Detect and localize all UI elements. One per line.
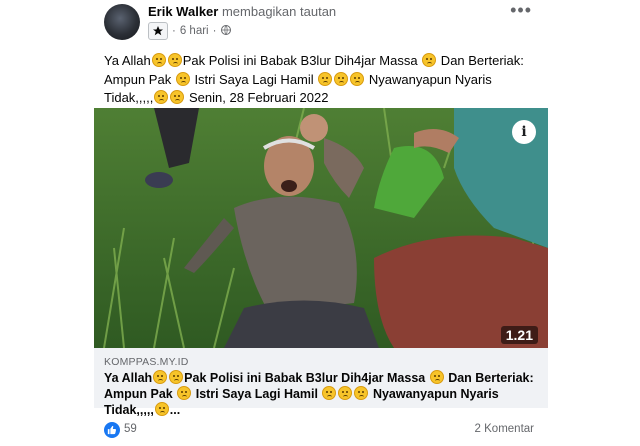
- crying-face-emoji-icon: [318, 71, 333, 86]
- crying-face-emoji-icon: [154, 90, 169, 104]
- globe-icon: [220, 24, 232, 39]
- link-title-part: Istri Saya Lagi Hamil: [192, 387, 322, 401]
- info-icon[interactable]: i: [512, 120, 536, 144]
- link-title-part: Ya Allah: [104, 371, 153, 385]
- author-line: Erik Walker membagikan tautan: [148, 4, 336, 19]
- author-action: membagikan tautan: [221, 4, 337, 19]
- crying-face-emoji-icon: [170, 90, 185, 104]
- link-title-part: ...: [169, 403, 181, 417]
- post-time[interactable]: 6 hari: [180, 25, 209, 37]
- thumbnail-photo: [94, 108, 548, 348]
- link-domain: KOMPPAS.MY.ID: [104, 356, 189, 368]
- crying-face-emoji-icon: [354, 386, 369, 400]
- crying-face-emoji-icon: [322, 386, 337, 400]
- more-options-icon[interactable]: •••: [510, 1, 532, 19]
- time-separator: ·: [172, 25, 176, 37]
- crying-face-emoji-icon: [429, 370, 444, 384]
- post-text-part: Pak Polisi ini Babak B3lur Dih4jar Massa: [182, 53, 422, 68]
- crying-face-emoji-icon: [169, 370, 184, 384]
- link-preview[interactable]: KOMPPAS.MY.ID Ya Allah Pak Polisi ini Bab…: [94, 348, 548, 417]
- post-meta: · 6 hari ·: [148, 22, 232, 40]
- comment-count[interactable]: 2 Komentar: [475, 423, 534, 435]
- crying-face-emoji-icon: [177, 386, 192, 400]
- crying-face-emoji-icon: [154, 402, 169, 416]
- post-footer: 59 2 Komentar: [104, 418, 534, 442]
- video-thumbnail[interactable]: i 1.21: [94, 108, 548, 348]
- post-text-part: Istri Saya Lagi Hamil: [190, 71, 318, 87]
- video-duration: 1.21: [500, 326, 538, 344]
- author-avatar[interactable]: [104, 4, 140, 40]
- crying-face-emoji-icon: [422, 53, 437, 67]
- post-text: Ya Allah Pak Polisi ini Babak B3lur Dih4j…: [104, 52, 544, 108]
- post-text-part: Senin, 28 Februari 2022: [185, 90, 329, 105]
- like-count[interactable]: 59: [124, 423, 137, 435]
- star-icon: [148, 22, 168, 40]
- crying-face-emoji-icon: [334, 71, 349, 86]
- crying-face-emoji-icon: [350, 71, 365, 86]
- author-name[interactable]: Erik Walker: [148, 4, 218, 19]
- crying-face-emoji-icon: [167, 53, 182, 67]
- link-title-part: Pak Polisi ini Babak B3lur Dih4jar Massa: [184, 371, 429, 385]
- post-text-part: Ya Allah: [104, 53, 151, 68]
- crying-face-emoji-icon: [153, 370, 168, 384]
- crying-face-emoji-icon: [175, 71, 190, 86]
- crying-face-emoji-icon: [338, 386, 353, 400]
- time-separator-2: ·: [212, 25, 217, 37]
- link-title[interactable]: Ya Allah Pak Polisi ini Babak B3lur Dih4j…: [104, 370, 538, 418]
- post-header: Erik Walker membagikan tautan · 6 hari ·…: [104, 0, 544, 44]
- thumbs-up-icon[interactable]: [104, 422, 120, 438]
- crying-face-emoji-icon: [151, 53, 166, 67]
